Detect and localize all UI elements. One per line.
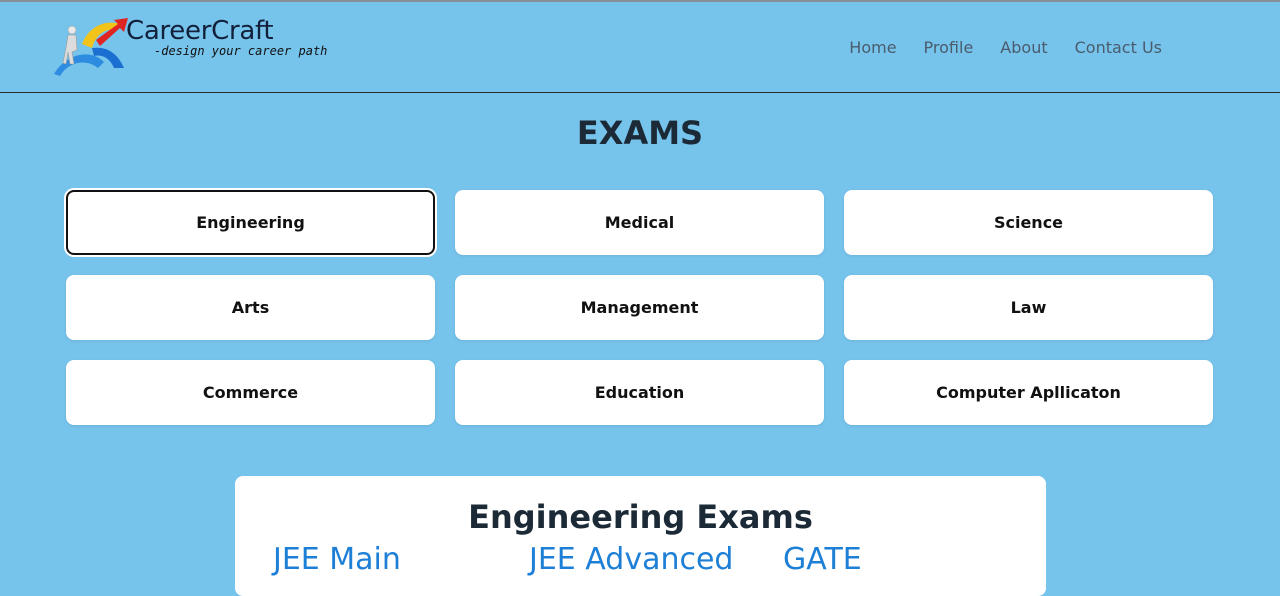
category-computer-application-button[interactable]: Computer Apllicaton	[844, 360, 1213, 425]
category-science-button[interactable]: Science	[844, 190, 1213, 255]
category-arts-button[interactable]: Arts	[66, 275, 435, 340]
main-nav: Home Profile About Contact Us	[849, 38, 1162, 57]
exam-link-gate[interactable]: GATE	[783, 542, 862, 577]
engineering-exams-panel: Engineering Exams JEE Main JEE Advanced …	[235, 476, 1046, 596]
category-education-button[interactable]: Education	[455, 360, 824, 425]
site-header: CareerCraft -design your career path Hom…	[0, 2, 1280, 93]
career-logo-icon	[54, 18, 128, 76]
category-commerce-button[interactable]: Commerce	[66, 360, 435, 425]
page-title: EXAMS	[576, 114, 704, 152]
category-medical-button[interactable]: Medical	[455, 190, 824, 255]
nav-contact-link[interactable]: Contact Us	[1075, 38, 1162, 57]
nav-profile-link[interactable]: Profile	[924, 38, 974, 57]
brand-logo[interactable]: CareerCraft -design your career path	[52, 16, 352, 80]
exam-category-grid: Engineering Medical Science Arts Managem…	[66, 190, 1214, 425]
category-law-button[interactable]: Law	[844, 275, 1213, 340]
exam-link-jee-main[interactable]: JEE Main	[273, 542, 401, 577]
brand-tagline: -design your career path	[154, 44, 328, 58]
category-management-button[interactable]: Management	[455, 275, 824, 340]
nav-home-link[interactable]: Home	[849, 38, 896, 57]
panel-title: Engineering Exams	[468, 498, 813, 536]
exam-link-jee-advanced[interactable]: JEE Advanced	[529, 542, 733, 577]
brand-name: CareerCraft	[126, 16, 274, 46]
nav-about-link[interactable]: About	[1000, 38, 1047, 57]
category-engineering-button[interactable]: Engineering	[66, 190, 435, 255]
